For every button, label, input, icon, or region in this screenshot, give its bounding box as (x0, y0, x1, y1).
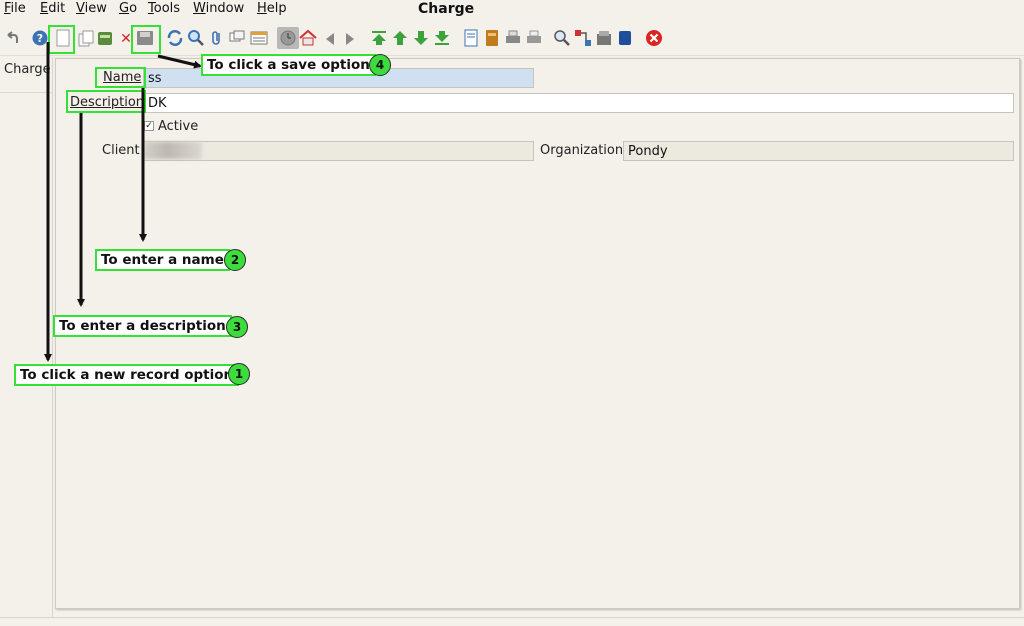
attachment-icon[interactable] (208, 29, 226, 47)
menu-edit[interactable]: Edit (40, 1, 65, 16)
callout-name: To enter a name (95, 249, 230, 271)
menu-tools[interactable]: Tools (148, 1, 180, 16)
menu-go[interactable]: Go (119, 1, 137, 16)
archive-icon[interactable] (483, 29, 501, 47)
description-field[interactable] (143, 93, 1014, 113)
active-label: Active (158, 119, 199, 134)
undo-icon[interactable] (3, 29, 21, 47)
left-tab-panel (0, 57, 53, 617)
process-icon[interactable] (616, 29, 634, 47)
delete-selection-icon[interactable] (96, 29, 114, 47)
refresh-icon[interactable] (166, 29, 184, 47)
first-record-icon[interactable] (370, 29, 388, 47)
history-icon[interactable] (277, 27, 299, 49)
menu-file[interactable]: File (4, 1, 26, 16)
grid-toggle-icon[interactable] (250, 29, 268, 47)
save-highlight (131, 25, 161, 54)
callout-new-record: To click a new record option (14, 364, 240, 386)
copy-record-icon[interactable] (77, 30, 95, 48)
client-value-redacted (144, 142, 202, 159)
menu-view[interactable]: View (76, 1, 107, 16)
next-record-icon[interactable] (412, 29, 430, 47)
name-label-highlight (95, 67, 146, 88)
callout-description: To enter a description (53, 315, 232, 337)
left-panel-divider (0, 92, 52, 93)
previous-record-icon[interactable] (391, 29, 409, 47)
callout-save: To click a save option (201, 54, 376, 76)
report-icon[interactable] (462, 29, 480, 47)
find-icon[interactable] (187, 29, 205, 47)
step-badge-3: 3 (226, 316, 248, 338)
chat-icon[interactable] (228, 29, 246, 47)
exit-icon[interactable] (645, 29, 663, 47)
menu-bar: File Edit View Go Tools Window Help Char… (0, 0, 1024, 20)
window-title: Charge (418, 1, 475, 17)
last-record-icon[interactable] (433, 29, 451, 47)
status-bar (0, 617, 1024, 626)
product-info-icon[interactable] (595, 29, 613, 47)
organization-field[interactable] (623, 141, 1014, 161)
active-checkbox[interactable]: ✓ (144, 121, 154, 131)
organization-label: Organization (540, 143, 624, 158)
client-label: Client (102, 143, 140, 158)
description-label-highlight (66, 90, 146, 113)
zoom-across-icon[interactable] (553, 29, 571, 47)
step-badge-2: 2 (224, 249, 246, 271)
step-badge-4: 4 (369, 54, 391, 76)
tab-charge[interactable]: Charge (4, 62, 51, 77)
new-record-highlight (48, 25, 75, 54)
print-icon[interactable] (525, 29, 543, 47)
forward-icon[interactable] (341, 30, 359, 48)
svg-text:?: ? (37, 32, 43, 45)
workflow-icon[interactable] (574, 29, 592, 47)
home-icon[interactable] (299, 29, 317, 47)
back-icon[interactable] (321, 30, 339, 48)
print-preview-icon[interactable] (504, 29, 522, 47)
menu-window[interactable]: Window (193, 1, 244, 16)
menu-help[interactable]: Help (257, 1, 287, 16)
help-icon[interactable]: ? (31, 29, 49, 47)
step-badge-1: 1 (228, 363, 250, 385)
